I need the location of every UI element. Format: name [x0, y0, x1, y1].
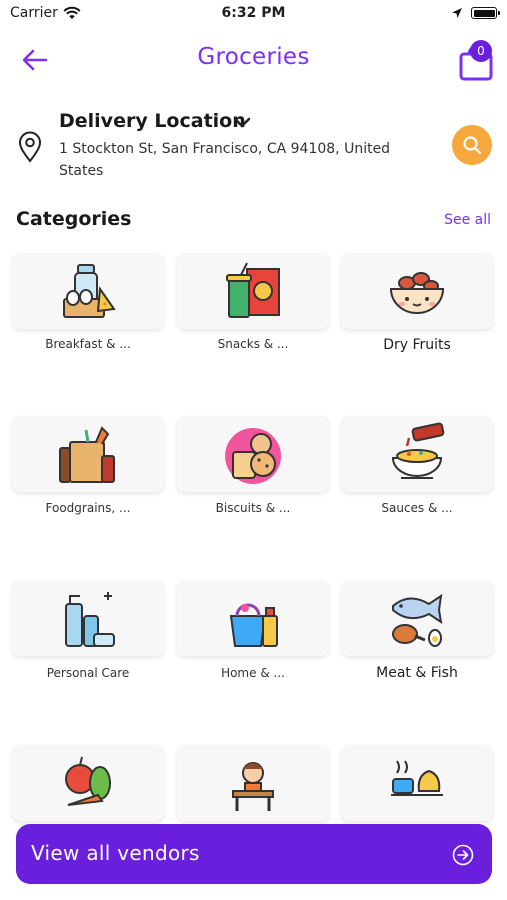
baby-care-icon: [232, 762, 274, 811]
personal-care-icon: [65, 592, 115, 647]
category-label[interactable]: Breakfast & ...: [12, 337, 164, 351]
arrow-right-circle-icon: [452, 844, 474, 866]
sauces-icon: [391, 422, 445, 479]
page-title: Groceries: [197, 44, 310, 70]
location-services-icon: [452, 8, 462, 18]
biscuits-icon: [225, 428, 281, 484]
foodgrains-icon: [59, 426, 115, 483]
fruits-vegetables-icon: [65, 756, 111, 806]
status-bar: Carrier 6:32 PM: [0, 0, 507, 28]
category-label[interactable]: Meat & Fish: [341, 665, 493, 681]
category-card-snacks[interactable]: [177, 253, 329, 329]
cart-button[interactable]: 0: [456, 40, 496, 82]
view-all-vendors-button[interactable]: View all vendors: [16, 824, 492, 884]
snacks-icon: [226, 262, 280, 318]
category-label[interactable]: Dry Fruits: [341, 337, 493, 353]
delivery-address: 1 Stockton St, San Francisco, CA 94108, …: [59, 141, 391, 179]
categories-heading: Categories: [16, 208, 132, 230]
beverages-icon: [391, 760, 443, 796]
category-card-breakfast[interactable]: [12, 253, 164, 329]
category-card-personal-care[interactable]: [12, 580, 164, 656]
dry-fruits-icon: [389, 272, 445, 314]
search-icon: [463, 136, 482, 155]
category-label[interactable]: Foodgrains, ...: [12, 501, 164, 515]
category-card-foodgrains[interactable]: [12, 416, 164, 492]
category-card-sauces[interactable]: [341, 416, 493, 492]
clock: 6:32 PM: [221, 5, 286, 21]
category-card-biscuits[interactable]: [177, 416, 329, 492]
cart-count-badge: 0: [470, 40, 492, 62]
delivery-location-title[interactable]: Delivery Location: [59, 110, 246, 132]
category-card-meat-fish[interactable]: [341, 580, 493, 656]
breakfast-icon: [63, 264, 116, 318]
chevron-down-icon[interactable]: [233, 117, 251, 129]
battery-icon: [471, 7, 500, 19]
category-card-baby-care[interactable]: [177, 745, 329, 821]
meat-fish-icon: [392, 593, 443, 647]
view-all-vendors-label: View all vendors: [31, 841, 200, 865]
category-card-dry-fruits[interactable]: [341, 253, 493, 329]
category-label[interactable]: Biscuits & ...: [177, 501, 329, 515]
category-label[interactable]: Home & ...: [177, 666, 329, 680]
category-card-beverages[interactable]: [341, 745, 493, 821]
category-label[interactable]: Sauces & ...: [341, 501, 493, 515]
search-button[interactable]: [452, 125, 492, 165]
category-label[interactable]: Personal Care: [12, 666, 164, 680]
category-card-home-care[interactable]: [177, 580, 329, 656]
header: Groceries 0: [0, 28, 507, 92]
category-card-fruits-vegetables[interactable]: [12, 745, 164, 821]
see-all-link[interactable]: See all: [444, 212, 491, 228]
home-care-icon: [229, 603, 278, 647]
location-pin-icon: [18, 131, 42, 163]
category-label[interactable]: Snacks & ...: [177, 337, 329, 351]
